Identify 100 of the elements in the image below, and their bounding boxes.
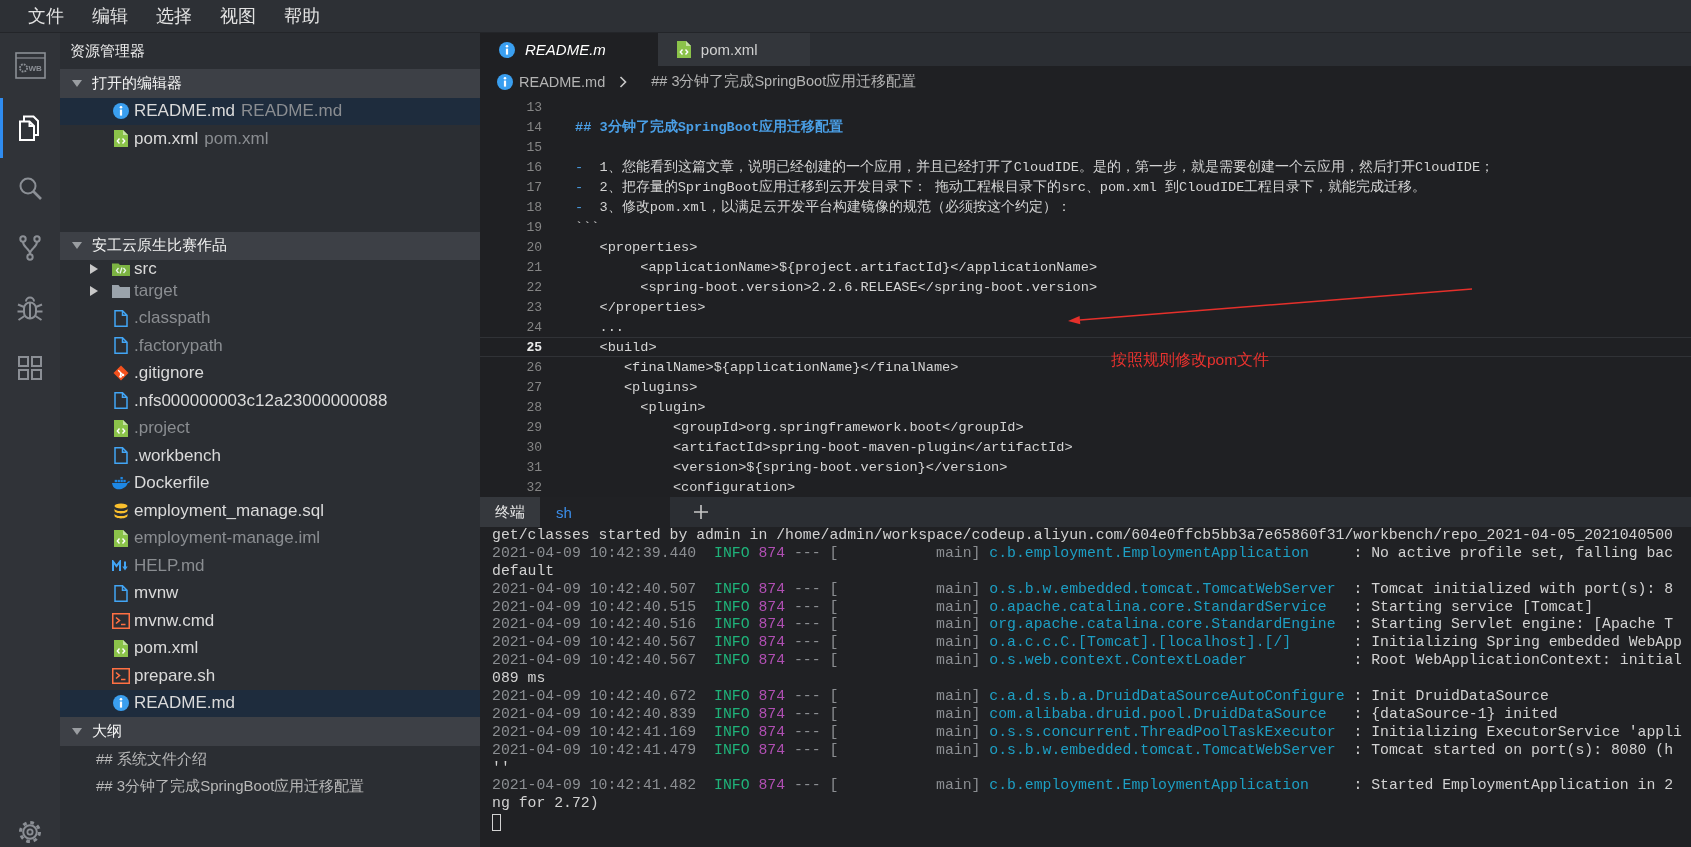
file-tree-item[interactable]: .project — [60, 414, 480, 442]
file-tree-item[interactable]: mvnw — [60, 579, 480, 607]
code-file-icon — [676, 41, 691, 58]
line-number: 25 — [525, 339, 542, 355]
line-number: 18 — [525, 199, 542, 215]
line-number: 32 — [525, 479, 542, 495]
code-line: <build> — [598, 339, 657, 355]
file-tree-item[interactable]: pom.xml — [60, 634, 480, 662]
code-line: <applicationName>${project.artifactId}</applicationName> — [639, 259, 1098, 275]
extensions-icon — [18, 356, 42, 380]
file-tree-item[interactable]: mvnw.cmd — [60, 607, 480, 635]
file-tree-item[interactable]: README.md — [60, 689, 480, 717]
file-tree-item[interactable]: prepare.sh — [60, 662, 480, 690]
database-icon — [114, 502, 128, 519]
code-file-icon — [114, 639, 128, 657]
code-line: - 3、修改pom.xml，以满足云开发平台构建镜像的规范（必须按这个约定）： — [575, 198, 1071, 216]
code-line: <plugins> — [622, 379, 698, 395]
menu-item[interactable]: 视图 — [206, 0, 270, 32]
terminal-cursor — [492, 813, 501, 831]
editor-tab[interactable]: README.m — [480, 33, 658, 66]
file-tree-item[interactable]: .workbench — [60, 442, 480, 470]
code-file-icon — [114, 529, 128, 547]
terminal-line: 2021-04-09 10:42:40.672 INFO 874 --- [ main] c.a.d.s.b.a.DruidDataSourceAutoConfigure : Init DruidDataSource — [492, 688, 1550, 706]
line-number: 28 — [525, 399, 542, 415]
file-icon — [114, 392, 128, 410]
line-number: 26 — [525, 359, 542, 375]
section-header[interactable]: 安工云原生比赛作品 — [60, 231, 480, 260]
terminal-line: 2021-04-09 10:42:40.507 INFO 874 --- [ main] o.s.b.w.embedded.tomcat.TomcatWebServer : Tomcat initialized with port(s): 8 — [492, 580, 1675, 599]
file-tree-item[interactable]: .classpath — [60, 304, 480, 332]
file-tree-item[interactable]: Dockerfile — [60, 469, 480, 497]
markdown-icon — [112, 559, 130, 572]
terminal-line: 2021-04-09 10:42:40.567 INFO 874 --- [ main] o.s.web.context.ContextLoader : Root WebApplicationContext: initial — [492, 652, 1683, 671]
panel-tab[interactable]: 终端 — [480, 497, 540, 527]
file-tree-item[interactable]: .gitignore — [60, 359, 480, 387]
code-line: <groupId>org.springframework.boot</groupId> — [671, 419, 1024, 435]
code-line: <spring-boot.version>2.2.6.RELEASE</spring-boot.version> — [639, 279, 1098, 295]
annotation-text: 按照规则修改pom文件 — [1111, 350, 1270, 370]
editor-tab[interactable]: pom.xml — [657, 33, 810, 66]
section-header[interactable]: 打开的编辑器 — [60, 69, 480, 98]
terminal-icon — [112, 667, 130, 684]
file-icon — [114, 309, 128, 327]
plus-icon — [694, 505, 708, 519]
file-tree-item[interactable]: employment-manage.iml — [60, 524, 480, 552]
menu-item[interactable]: 帮助 — [270, 0, 334, 32]
outline-item[interactable]: ## 3分钟了完成SpringBoot应用迁移配置 — [60, 773, 480, 801]
diamond-branch-icon — [113, 365, 129, 382]
line-number: 24 — [525, 319, 542, 335]
terminal-line: 2021-04-09 10:42:41.169 INFO 874 --- [ main] o.s.s.concurrent.ThreadPoolTaskExecutor : Initializing ExecutorService 'appli — [492, 723, 1683, 742]
file-tree-item[interactable]: .factorypath — [60, 332, 480, 360]
terminal-line: '' — [492, 759, 511, 778]
terminal-line: 2021-04-09 10:42:40.516 INFO 874 --- [ main] org.apache.catalina.core.StandardEngine : Starting Servlet engine: [Apache T — [492, 616, 1675, 635]
code-line: <finalName>${applicationName}</finalName> — [622, 359, 959, 375]
terminal-line: 089 ms — [492, 670, 547, 688]
code-line: ... — [598, 319, 624, 335]
line-number: 17 — [525, 179, 542, 195]
line-number: 27 — [525, 379, 542, 395]
code-line: <version>${spring-boot.version}</version> — [671, 459, 1008, 475]
breadcrumb-item[interactable]: ## 3分钟了完成SpringBoot应用迁移配置 — [651, 72, 917, 91]
menu-item[interactable]: 选择 — [142, 0, 206, 32]
section-header[interactable]: 大纲 — [60, 717, 480, 746]
open-editor-item[interactable]: README.md README.md — [60, 97, 480, 125]
file-icon — [114, 337, 128, 355]
file-tree-item[interactable]: employment_manage.sql — [60, 497, 480, 525]
info-icon — [113, 695, 129, 712]
file-tree-item[interactable]: HELP.md — [60, 552, 480, 580]
settings-icon — [18, 820, 42, 844]
line-number: 23 — [525, 299, 542, 315]
code-line: - 2、把存量的SpringBoot应用迁移到云开发目录下： 拖动工程根目录下的src、pom.xml 到CloudIDE工程目录下，就能完成迁移。 — [575, 178, 1427, 196]
menu-item[interactable]: 文件 — [14, 0, 78, 32]
sidebar-title: 资源管理器 — [69, 41, 146, 61]
breadcrumb-item[interactable]: README.md — [497, 73, 606, 90]
code-line: - 1、您能看到这篇文章，说明已经创建的一个应用，并且已经打开了CloudIDE。是的，第一步，就是需要创建一个云应用，然后打开CloudIDE； — [575, 158, 1495, 176]
file-icon — [114, 447, 128, 465]
file-tree-item[interactable]: .nfs000000003c12a23000000088 — [60, 387, 480, 415]
whale-icon — [112, 476, 130, 491]
terminal-line: 2021-04-09 10:42:40.567 INFO 874 --- [ main] o.a.c.c.C.[Tomcat].[localhost].[/] : Initializing Spring embedded WebApp — [492, 634, 1683, 653]
terminal-line: get/classes started by admin in /home/admin/workspace/codeup.aliyun.com/604e0ffcb5bb3a7e65860f31/workbench/repo_2021-04-05_2021040500 — [492, 527, 1674, 545]
folder-tree-item[interactable]: src — [60, 260, 480, 277]
file-icon — [114, 584, 128, 602]
code-line: ## 3分钟了完成SpringBoot应用迁移配置 — [575, 118, 844, 136]
line-number: 29 — [525, 419, 542, 435]
line-number: 30 — [525, 439, 542, 455]
line-number: 19 — [525, 219, 542, 235]
outline-item[interactable]: ## 系统文件介绍 — [60, 745, 480, 773]
terminal-line: default — [492, 562, 556, 581]
terminal-line: 2021-04-09 10:42:40.515 INFO 874 --- [ main] o.apache.catalina.core.StandardService : Starting service [Tomcat] — [492, 598, 1595, 617]
bug-icon — [16, 294, 44, 322]
terminal-line: 2021-04-09 10:42:40.839 INFO 874 --- [ main] com.alibaba.druid.pool.DruidDataSource : {dataSource-1} inited — [492, 705, 1559, 724]
menu-item[interactable]: 编辑 — [78, 0, 142, 32]
code-line: </properties> — [598, 299, 706, 315]
search-icon — [18, 176, 42, 200]
line-number: 14 — [525, 119, 542, 135]
open-editor-item[interactable]: pom.xml pom.xml — [60, 125, 480, 153]
line-number: 16 — [525, 159, 542, 175]
files-icon — [19, 115, 41, 141]
code-file-icon — [114, 419, 128, 437]
terminal-tab[interactable]: sh — [540, 497, 670, 527]
code-line: ``` — [575, 219, 600, 235]
info-icon — [497, 73, 513, 90]
folder-tree-item[interactable]: target — [60, 277, 480, 305]
